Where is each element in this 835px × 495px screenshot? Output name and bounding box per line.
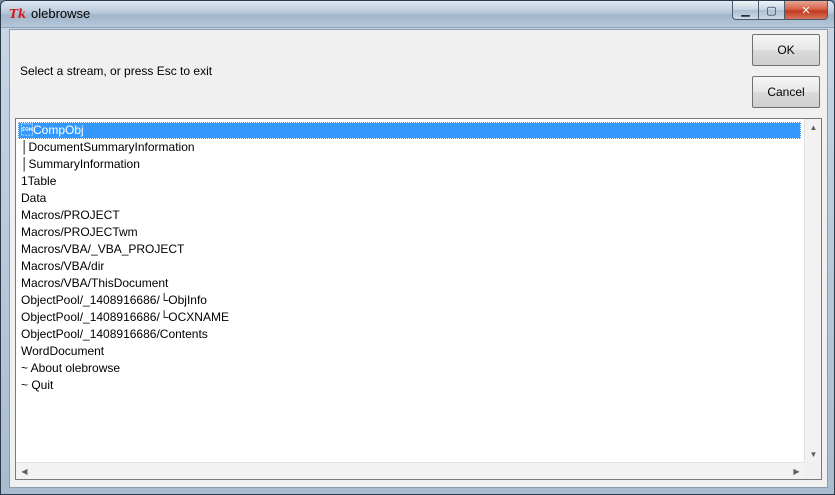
- window-controls: ▁ ▢ ✕: [732, 1, 828, 20]
- list-item[interactable]: ObjectPool/_1408916686/Contents: [18, 326, 801, 343]
- list-item[interactable]: Macros/VBA/_VBA_PROJECT: [18, 241, 801, 258]
- list-item[interactable]: │DocumentSummaryInformation: [18, 139, 801, 156]
- title-bar[interactable]: Tk olebrowse ▁ ▢ ✕: [1, 1, 834, 28]
- horizontal-scrollbar[interactable]: ◀ ▶: [16, 462, 805, 479]
- maximize-button[interactable]: ▢: [759, 1, 785, 20]
- minimize-button[interactable]: ▁: [732, 1, 759, 20]
- olebrowse-window: Tk olebrowse ▁ ▢ ✕ Select a stream, or p…: [0, 0, 835, 495]
- stream-list: CompObj │DocumentSummaryInformation │Summ…: [16, 119, 805, 463]
- tk-feather-icon: Tk: [9, 7, 27, 21]
- list-item[interactable]: ObjectPool/_1408916686/└ObjInfo: [18, 292, 801, 309]
- list-item[interactable]: Data: [18, 190, 801, 207]
- list-item[interactable]: WordDocument: [18, 343, 801, 360]
- list-item[interactable]: ~ Quit: [18, 377, 801, 394]
- list-item[interactable]: ObjectPool/_1408916686/└OCXNAME: [18, 309, 801, 326]
- list-item[interactable]: ~ About olebrowse: [18, 360, 801, 377]
- scroll-down-icon[interactable]: ▼: [805, 446, 822, 463]
- window-title: olebrowse: [31, 6, 91, 21]
- close-button[interactable]: ✕: [785, 1, 828, 20]
- scroll-right-icon[interactable]: ▶: [788, 463, 805, 480]
- list-item[interactable]: Macros/PROJECT: [18, 207, 801, 224]
- dialog-client-area: Select a stream, or press Esc to exit OK…: [9, 29, 828, 488]
- stream-listbox[interactable]: CompObj │DocumentSummaryInformation │Summ…: [15, 118, 822, 480]
- list-item[interactable]: CompObj: [18, 122, 801, 139]
- scrollbar-corner: [804, 462, 821, 479]
- list-item[interactable]: │SummaryInformation: [18, 156, 801, 173]
- list-item[interactable]: Macros/VBA/dir: [18, 258, 801, 275]
- scroll-left-icon[interactable]: ◀: [16, 463, 33, 480]
- prompt-label: Select a stream, or press Esc to exit: [20, 64, 213, 78]
- ok-button[interactable]: OK: [752, 34, 820, 66]
- list-item[interactable]: Macros/VBA/ThisDocument: [18, 275, 801, 292]
- list-item[interactable]: Macros/PROJECTwm: [18, 224, 801, 241]
- list-item[interactable]: 1Table: [18, 173, 801, 190]
- vertical-scrollbar[interactable]: ▲ ▼: [804, 119, 821, 463]
- cancel-button[interactable]: Cancel: [752, 76, 820, 108]
- scroll-up-icon[interactable]: ▲: [805, 119, 822, 136]
